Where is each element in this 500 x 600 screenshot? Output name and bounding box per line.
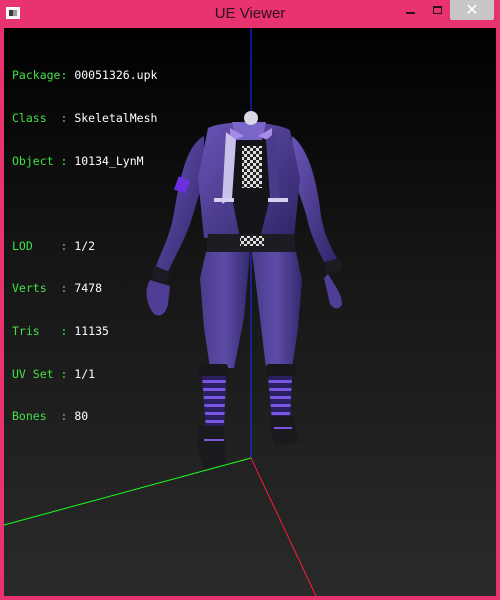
x-axis-line	[250, 457, 317, 596]
info-value: SkeletalMesh	[74, 111, 158, 125]
stat-value: 11135	[74, 323, 109, 338]
stat-row-verts: Verts : 7478	[12, 281, 157, 295]
info-row-package: Package: 00051326.upk	[12, 68, 157, 82]
info-label: Object :	[12, 153, 68, 168]
skeletal-mesh-model[interactable]	[146, 111, 342, 468]
stat-value: 80	[74, 409, 89, 424]
info-row-class: Class : SkeletalMesh	[12, 111, 157, 125]
minimize-icon	[405, 12, 415, 14]
info-label: Package:	[12, 68, 68, 83]
stat-label: LOD :	[12, 238, 68, 253]
close-icon: ✕	[465, 0, 479, 19]
stat-row-uvset: UV Set : 1/1	[12, 367, 157, 381]
stat-row-bones: Bones : 80	[12, 409, 157, 423]
stat-label: UV Set :	[12, 366, 68, 381]
mesh-info-overlay: Package: 00051326.upk Class : SkeletalMe…	[12, 40, 157, 452]
stat-label: Tris :	[12, 323, 68, 338]
app-window: UE Viewer ✕ Package: 00051326.upk Class …	[0, 0, 500, 600]
info-label: Class :	[12, 111, 68, 125]
stat-value: 7478	[74, 281, 103, 296]
close-button[interactable]: ✕	[450, 0, 494, 20]
3d-viewport[interactable]: Package: 00051326.upk Class : SkeletalMe…	[4, 28, 496, 596]
y-axis-line	[4, 457, 252, 526]
info-value: 10134_LynM	[74, 153, 144, 168]
info-value: 00051326.upk	[74, 68, 158, 83]
maximize-icon	[432, 6, 442, 14]
stat-value: 1/2	[74, 238, 96, 253]
stat-label: Bones :	[12, 409, 68, 424]
overlay-spacer	[12, 196, 157, 210]
info-row-object: Object : 10134_LynM	[12, 154, 157, 168]
maximize-button[interactable]	[424, 0, 450, 20]
stat-label: Verts :	[12, 281, 68, 296]
stat-value: 1/1	[74, 366, 96, 381]
stat-row-tris: Tris : 11135	[12, 324, 157, 338]
minimize-button[interactable]	[396, 0, 424, 20]
title-bar[interactable]: UE Viewer ✕	[0, 0, 500, 28]
stat-row-lod: LOD : 1/2	[12, 239, 157, 253]
